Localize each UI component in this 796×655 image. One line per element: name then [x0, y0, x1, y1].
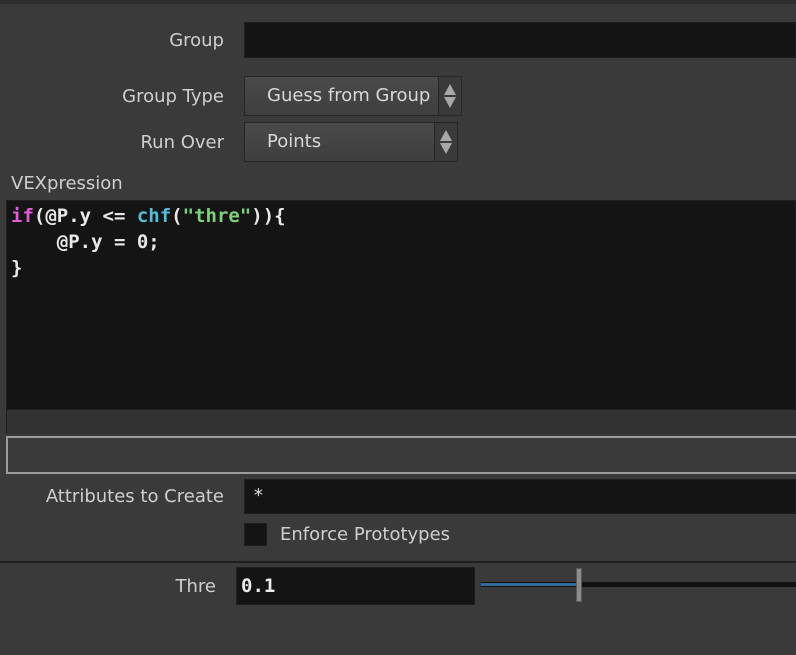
group-type-spinner[interactable]: [438, 77, 461, 115]
section-divider: [0, 561, 796, 563]
arrow-up-icon: [440, 130, 452, 141]
run-over-dropdown[interactable]: Points: [244, 122, 458, 162]
attributes-label: Attributes to Create: [45, 486, 224, 507]
arrow-down-icon: [444, 97, 456, 108]
run-over-spinner[interactable]: [434, 123, 457, 161]
thre-slider-fill: [481, 583, 579, 586]
thre-label: Thre: [175, 576, 216, 597]
group-type-dropdown[interactable]: Guess from Group: [244, 76, 462, 116]
vexpression-editor[interactable]: if(@P.y <= chf("thre")){ @P.y = 0;}: [6, 200, 796, 410]
arrow-down-icon: [440, 143, 452, 154]
group-type-value: Guess from Group: [267, 85, 431, 106]
code-line-1: if(@P.y <= chf("thre")){: [11, 205, 286, 227]
enforce-prototypes-checkbox[interactable]: [244, 523, 267, 546]
editor-search-field[interactable]: [6, 436, 796, 474]
code-line-2: @P.y = 0;: [11, 231, 160, 253]
attributes-input[interactable]: *: [244, 479, 796, 514]
attributes-value: *: [253, 485, 264, 506]
vexpression-label: VEXpression: [11, 173, 123, 194]
code-line-3: }: [11, 257, 23, 279]
thre-input[interactable]: 0.1: [236, 567, 475, 605]
arrow-up-icon: [444, 84, 456, 95]
thre-slider[interactable]: [481, 566, 796, 604]
enforce-prototypes-label: Enforce Prototypes: [280, 524, 451, 545]
thre-value: 0.1: [241, 575, 276, 597]
top-divider: [0, 0, 796, 4]
group-type-label: Group Type: [122, 86, 224, 107]
run-over-label: Run Over: [140, 132, 224, 153]
group-label: Group: [169, 30, 224, 51]
group-input[interactable]: [244, 22, 796, 58]
run-over-value: Points: [267, 131, 322, 152]
thre-slider-handle[interactable]: [576, 568, 582, 602]
editor-status-bar: [6, 410, 796, 434]
